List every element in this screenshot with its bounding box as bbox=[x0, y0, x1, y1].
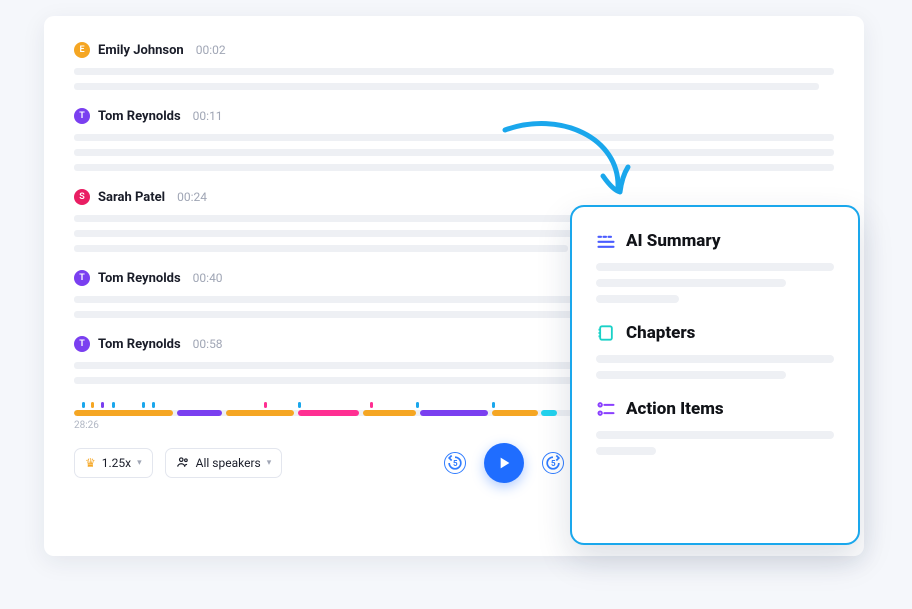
text-placeholder bbox=[596, 447, 656, 455]
speaker-header: S Sarah Patel 00:24 bbox=[74, 189, 834, 205]
timestamp[interactable]: 00:40 bbox=[193, 271, 223, 285]
speaker-filter-selector[interactable]: All speakers ▾ bbox=[165, 448, 283, 478]
text-placeholder bbox=[596, 263, 834, 271]
timestamp[interactable]: 00:11 bbox=[193, 109, 223, 123]
forward-seconds: 5 bbox=[551, 459, 556, 468]
text-placeholder bbox=[596, 279, 786, 287]
timestamp[interactable]: 00:02 bbox=[196, 43, 226, 57]
speaker-block: T Tom Reynolds 00:11 bbox=[74, 108, 834, 171]
text-placeholder bbox=[596, 431, 834, 439]
summary-section-action-items: Action Items bbox=[596, 399, 834, 455]
chapters-icon bbox=[596, 323, 616, 343]
chevron-down-icon: ▾ bbox=[267, 458, 272, 468]
forward-button[interactable]: 5 bbox=[542, 452, 564, 474]
avatar: T bbox=[74, 270, 90, 286]
summary-icon bbox=[596, 231, 616, 251]
timestamp[interactable]: 00:24 bbox=[177, 190, 207, 204]
speaker-header: T Tom Reynolds 00:11 bbox=[74, 108, 834, 124]
play-button[interactable] bbox=[484, 443, 524, 483]
timestamp[interactable]: 00:58 bbox=[193, 337, 223, 351]
text-placeholder bbox=[596, 295, 679, 303]
text-placeholder bbox=[74, 245, 568, 252]
people-icon bbox=[176, 455, 190, 472]
avatar: S bbox=[74, 189, 90, 205]
text-placeholder bbox=[74, 68, 834, 75]
text-placeholder bbox=[74, 149, 834, 156]
text-placeholder bbox=[74, 164, 834, 171]
text-placeholder bbox=[596, 371, 786, 379]
section-title: Chapters bbox=[626, 323, 695, 343]
section-title: Action Items bbox=[626, 399, 724, 419]
speaker-name: Sarah Patel bbox=[98, 190, 165, 205]
speaker-name: Tom Reynolds bbox=[98, 271, 181, 286]
text-placeholder bbox=[596, 355, 834, 363]
summary-section-ai-summary: AI Summary bbox=[596, 231, 834, 303]
speaker-name: Tom Reynolds bbox=[98, 109, 181, 124]
speaker-name: Tom Reynolds bbox=[98, 337, 181, 352]
summary-card: AI Summary Chapters Action Items bbox=[570, 205, 860, 545]
text-placeholder bbox=[74, 134, 834, 141]
playback-speed-selector[interactable]: ♛ 1.25x ▾ bbox=[74, 448, 153, 478]
speaker-filter-label: All speakers bbox=[196, 456, 261, 470]
speaker-block: E Emily Johnson 00:02 bbox=[74, 42, 834, 90]
avatar: T bbox=[74, 108, 90, 124]
text-placeholder bbox=[74, 83, 819, 90]
speaker-header: E Emily Johnson 00:02 bbox=[74, 42, 834, 58]
avatar: E bbox=[74, 42, 90, 58]
rewind-button[interactable]: 5 bbox=[444, 452, 466, 474]
action-items-icon bbox=[596, 399, 616, 419]
avatar: T bbox=[74, 336, 90, 352]
chevron-down-icon: ▾ bbox=[137, 458, 142, 468]
summary-section-chapters: Chapters bbox=[596, 323, 834, 379]
section-title: AI Summary bbox=[626, 231, 721, 251]
speaker-name: Emily Johnson bbox=[98, 43, 184, 58]
playback-speed-label: 1.25x bbox=[102, 456, 131, 470]
rewind-seconds: 5 bbox=[453, 459, 458, 468]
crown-icon: ♛ bbox=[85, 456, 96, 470]
